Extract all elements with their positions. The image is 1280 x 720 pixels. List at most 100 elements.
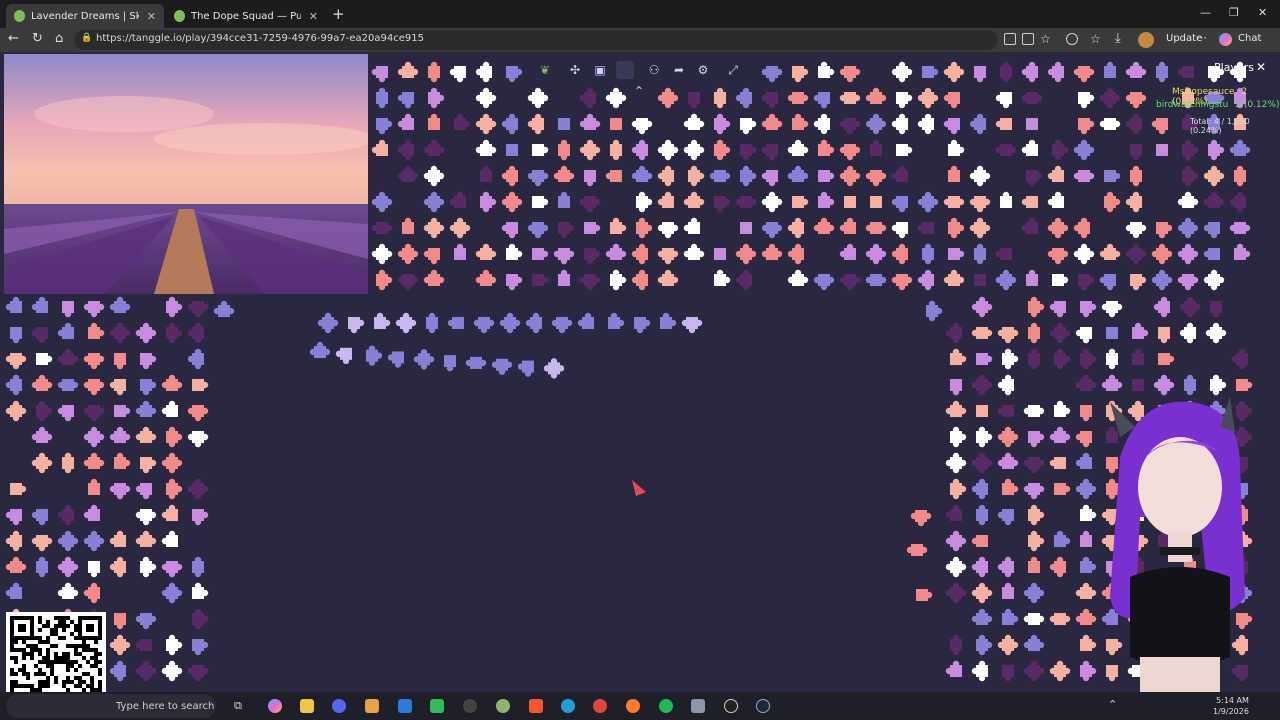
puzzle-piece[interactable] [83,426,105,448]
puzzle-piece[interactable] [714,269,731,286]
tab-lavender-dreams[interactable]: Lavender Dreams | Sky Jigsaw ✕ [6,4,164,28]
task-view-icon[interactable]: ⧉ [234,699,248,713]
puzzle-piece[interactable] [423,139,445,156]
puzzle-piece[interactable] [1054,348,1071,370]
puzzle-piece[interactable] [1229,222,1251,234]
puzzle-piece[interactable] [517,360,534,377]
puzzle-piece[interactable] [499,312,521,334]
puzzle-piece[interactable] [605,243,627,260]
puzzle-piece[interactable] [5,509,22,526]
profile-avatar[interactable] [1138,32,1154,48]
puzzle-piece[interactable] [950,379,962,396]
address-bar[interactable]: 🔒 https://tanggle.io/play/394cce31-7259-… [74,30,998,50]
puzzle-piece[interactable] [610,217,627,234]
puzzle-piece[interactable] [1028,348,1040,370]
chrome-icon[interactable] [593,699,607,713]
puzzle-piece[interactable] [922,243,934,265]
puzzle-piece[interactable] [1026,118,1038,130]
puzzle-piece[interactable] [1023,582,1045,604]
puzzle-piece[interactable] [57,504,74,526]
puzzle-piece[interactable] [1028,431,1045,448]
more-icon[interactable]: ⋯ [1196,31,1207,44]
puzzle-piece[interactable] [910,510,932,527]
puzzle-piece[interactable] [634,317,651,334]
puzzle-piece[interactable] [553,165,575,182]
puzzle-piece[interactable] [1234,243,1251,260]
puzzle-piece[interactable] [506,66,523,83]
puzzle-piece[interactable] [839,274,861,291]
puzzle-piece[interactable] [348,317,365,334]
puzzle-piece[interactable] [740,118,757,135]
puzzle-piece[interactable] [506,274,523,291]
puzzle-piece[interactable] [423,248,440,265]
puzzle-piece[interactable] [579,113,601,130]
puzzle-piece[interactable] [1028,556,1040,573]
puzzle-piece[interactable] [683,191,705,208]
puzzle-piece[interactable] [1049,301,1066,318]
puzzle-piece[interactable] [1026,170,1043,187]
puzzle-piece[interactable] [1101,301,1123,318]
puzzle-piece[interactable] [818,191,835,208]
puzzle-piece[interactable] [792,113,809,130]
puzzle-piece[interactable] [943,92,960,109]
puzzle-piece[interactable] [371,191,393,213]
puzzle-piece[interactable] [109,556,126,578]
close-icon[interactable]: ✕ [1258,6,1267,19]
puzzle-piece[interactable] [83,530,105,552]
puzzle-piece[interactable] [83,452,105,469]
puzzle-piece[interactable] [166,322,183,344]
puzzle-piece[interactable] [865,274,887,286]
puzzle-piece[interactable] [839,217,856,234]
puzzle-piece[interactable] [608,312,625,329]
puzzle-piece[interactable] [969,196,991,213]
puzzle-piece[interactable] [1047,248,1069,265]
puzzle-piece[interactable] [371,139,388,156]
puzzle-piece[interactable] [5,530,22,552]
puzzle-piece[interactable] [1156,222,1173,239]
puzzle-piece[interactable] [335,347,352,365]
puzzle-piece[interactable] [683,113,705,130]
puzzle-piece[interactable] [1182,139,1199,161]
puzzle-piece[interactable] [950,348,967,365]
puzzle-piece[interactable] [792,196,809,208]
puzzle-piece[interactable] [1104,191,1121,213]
puzzle-piece[interactable] [735,87,752,109]
puzzle-piece[interactable] [166,296,183,318]
puzzle-piece[interactable] [1182,165,1199,187]
puzzle-piece[interactable] [917,87,939,109]
puzzle-piece[interactable] [1047,61,1064,83]
puzzle-piece[interactable] [787,92,809,104]
minimize-icon[interactable]: — [1200,6,1211,19]
puzzle-piece[interactable] [1203,248,1220,260]
puzzle-piece[interactable] [397,243,419,265]
puzzle-piece[interactable] [997,327,1019,344]
puzzle-piece[interactable] [57,582,79,599]
puzzle-piece[interactable] [1184,374,1196,396]
puzzle-piece[interactable] [974,243,986,265]
puzzle-piece[interactable] [950,478,967,500]
puzzle-piece[interactable] [449,66,466,83]
puzzle-piece[interactable] [657,165,674,187]
puzzle-piece[interactable] [605,170,622,182]
puzzle-piece[interactable] [397,92,414,109]
puzzle-piece[interactable] [813,113,830,135]
puzzle-piece[interactable] [1106,348,1118,370]
puzzle-piece[interactable] [109,379,126,396]
puzzle-piece[interactable] [1125,222,1147,239]
puzzle-piece[interactable] [916,589,933,601]
puzzle-piece[interactable] [1054,400,1071,417]
puzzle-piece[interactable] [865,87,887,104]
puzzle-piece[interactable] [501,165,518,187]
puzzle-piece[interactable] [995,269,1017,291]
puzzle-piece[interactable] [976,634,993,656]
puzzle-piece[interactable] [1000,191,1012,208]
puzzle-piece[interactable] [1049,426,1071,443]
firefox-icon[interactable] [626,699,640,713]
puzzle-piece[interactable] [1099,274,1116,291]
puzzle-piece[interactable] [1177,66,1194,78]
puzzle-piece[interactable] [475,113,497,135]
puzzle-piece[interactable] [683,217,700,234]
puzzle-piece[interactable] [166,634,183,656]
square-icon[interactable] [616,61,634,79]
puzzle-piece[interactable] [1052,139,1069,161]
